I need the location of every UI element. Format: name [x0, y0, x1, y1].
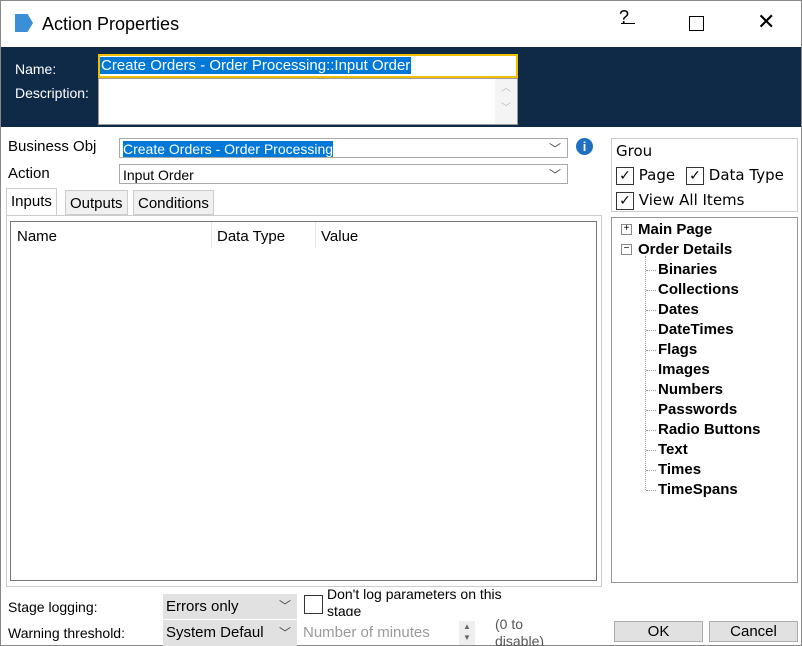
- chevron-down-icon: ﹀: [278, 599, 291, 613]
- cancel-button[interactable]: Cancel: [709, 621, 798, 642]
- expand-icon[interactable]: +: [621, 224, 632, 235]
- tree-node[interactable]: Passwords: [658, 401, 737, 418]
- data-item-tree: + Main Page − Order Details Binaries Coll…: [611, 217, 798, 583]
- tree-connector: [646, 370, 656, 371]
- chevron-down-icon: ﹀: [278, 626, 291, 640]
- tree-node[interactable]: Times: [658, 461, 701, 478]
- ok-button[interactable]: OK: [614, 621, 703, 642]
- tree-connector: [646, 470, 656, 471]
- tree-node-main-page[interactable]: Main Page: [638, 221, 712, 238]
- view-all-label: View All Items: [638, 191, 745, 209]
- action-label: Action: [8, 165, 50, 182]
- name-label: Name:: [15, 61, 57, 77]
- tree-node[interactable]: TimeSpans: [658, 481, 738, 498]
- info-icon[interactable]: i: [576, 138, 593, 155]
- data-type-label: Data Type: [708, 166, 784, 184]
- stage-logging-value: Errors only: [166, 598, 239, 615]
- action-value: Input Order: [123, 167, 194, 183]
- collapse-icon[interactable]: −: [621, 244, 632, 255]
- check-icon: ✓: [616, 191, 634, 210]
- tree-node[interactable]: Radio Buttons: [658, 421, 761, 438]
- tree-node[interactable]: Numbers: [658, 381, 723, 398]
- business-obj-select[interactable]: Create Orders - Order Processing ﹀: [119, 138, 568, 158]
- stage-logging-select[interactable]: Errors only ﹀: [163, 594, 297, 619]
- tree-connector: [646, 270, 656, 271]
- tab-conditions[interactable]: Conditions: [133, 190, 214, 215]
- inputs-table: Name Data Type Value: [10, 221, 597, 581]
- tab-panel: Name Data Type Value: [6, 215, 602, 587]
- dont-log-label: Don't log parameters on this stage: [327, 586, 502, 616]
- tree-node-order-details[interactable]: Order Details: [638, 241, 732, 258]
- tree-connector: [646, 310, 656, 311]
- minimize-button[interactable]: [621, 23, 635, 24]
- tab-inputs[interactable]: Inputs: [6, 188, 57, 216]
- tab-outputs[interactable]: Outputs: [65, 190, 128, 215]
- column-value[interactable]: Value: [321, 228, 358, 245]
- group-box: Grou ✓ Page ✓ Data Type ✓ View All Items: [611, 138, 798, 212]
- tree-connector: [646, 330, 656, 331]
- warning-threshold-select[interactable]: System Defaul ﹀: [163, 620, 297, 646]
- name-value: Create Orders - Order Processing::Input …: [100, 57, 412, 74]
- tree-node[interactable]: Flags: [658, 341, 697, 358]
- page-checkbox[interactable]: ✓ Page: [616, 166, 675, 185]
- close-button[interactable]: ✕: [757, 9, 775, 35]
- help-icon: ?: [619, 7, 630, 27]
- tree-node[interactable]: Images: [658, 361, 710, 378]
- window-title: Action Properties: [42, 14, 180, 34]
- title-bar: Action Properties ? ✕: [1, 1, 801, 47]
- description-scrollbar[interactable]: ︿ ﹀: [495, 79, 517, 124]
- app-icon: [15, 14, 33, 32]
- chevron-down-icon: ﹀: [548, 168, 561, 182]
- data-type-checkbox[interactable]: ✓ Data Type: [686, 166, 784, 185]
- business-obj-label: Business Obj: [8, 138, 97, 155]
- maximize-button[interactable]: [689, 16, 704, 31]
- tree-connector: [646, 430, 656, 431]
- minutes-spinner[interactable]: ▲ ▼: [459, 621, 475, 645]
- action-select[interactable]: Input Order ﹀: [119, 164, 568, 184]
- business-obj-value: Create Orders - Order Processing: [123, 141, 334, 157]
- tab-label: Outputs: [70, 195, 123, 212]
- column-name[interactable]: Name: [17, 228, 57, 245]
- threshold-hint: (0 to disable): [495, 616, 545, 646]
- warning-threshold-value: System Defaul: [166, 624, 264, 641]
- description-label: Description:: [15, 85, 89, 101]
- tree-connector: [646, 450, 656, 451]
- tree-connector: [646, 390, 656, 391]
- tree-connector: [646, 350, 656, 351]
- page-label: Page: [638, 166, 676, 184]
- tab-label: Inputs: [11, 193, 52, 210]
- view-all-checkbox[interactable]: ✓ View All Items: [616, 191, 744, 210]
- warning-threshold-label: Warning threshold:: [8, 625, 125, 641]
- tree-node[interactable]: Collections: [658, 281, 739, 298]
- stage-logging-label: Stage logging:: [8, 599, 98, 615]
- check-icon: ✓: [616, 166, 634, 185]
- group-label: Grou: [616, 142, 653, 160]
- tree-connector: [646, 490, 656, 491]
- tree-node[interactable]: Binaries: [658, 261, 717, 278]
- dont-log-checkbox[interactable]: [304, 595, 323, 614]
- chevron-down-icon: ﹀: [548, 142, 561, 156]
- tree-connector: [646, 410, 656, 411]
- column-data-type[interactable]: Data Type: [217, 228, 285, 245]
- description-input[interactable]: ︿ ﹀: [98, 78, 518, 125]
- header-panel: Name: Create Orders - Order Processing::…: [1, 47, 801, 127]
- tab-label: Conditions: [138, 195, 209, 212]
- action-properties-dialog: Action Properties ? ✕ Name: Create Order…: [0, 0, 802, 646]
- help-button[interactable]: ?: [619, 7, 629, 28]
- tree-connector: [646, 290, 656, 291]
- tree-node[interactable]: DateTimes: [658, 321, 734, 338]
- check-icon: ✓: [686, 166, 704, 185]
- tree-node[interactable]: Text: [658, 441, 688, 458]
- tree-node[interactable]: Dates: [658, 301, 699, 318]
- name-input[interactable]: Create Orders - Order Processing::Input …: [98, 54, 518, 78]
- minutes-input[interactable]: Number of minutes: [303, 624, 430, 641]
